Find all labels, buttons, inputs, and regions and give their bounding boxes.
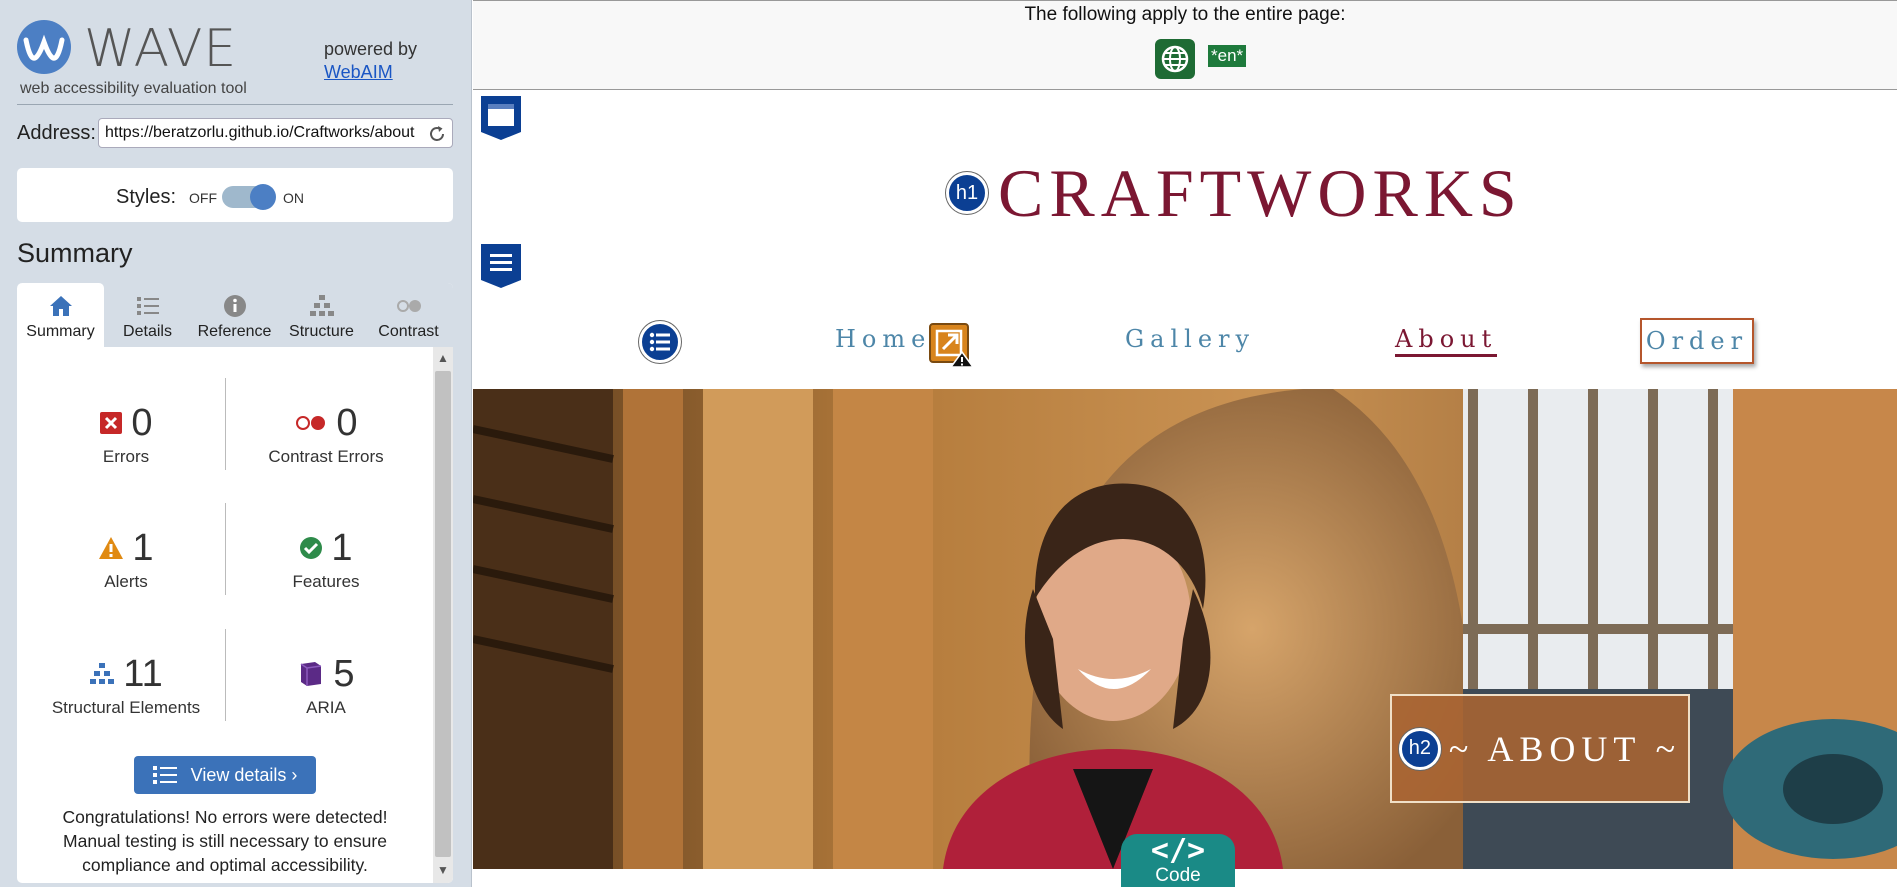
sidebar-divider (17, 104, 453, 105)
tab-label: Summary (26, 323, 95, 340)
nav-order-link[interactable]: Order (1640, 318, 1754, 364)
features-stat[interactable]: 1 Features (227, 526, 425, 592)
scroll-down-icon[interactable]: ▼ (437, 863, 449, 877)
summary-panel: Summary Details Reference Structure Cont… (17, 283, 453, 883)
redundant-link-alert-icon[interactable] (928, 322, 974, 368)
code-icon: </> (1150, 833, 1206, 868)
page-wide-notice: The following apply to the entire page: … (473, 0, 1897, 90)
unordered-list-icon[interactable] (639, 321, 681, 363)
site-title-wrap: h1 CRAFTWORKS (946, 158, 1523, 228)
tab-label: Reference (197, 323, 272, 340)
styles-toggle-box: Styles: OFF ON (17, 168, 453, 222)
wave-sidebar: WAVE web accessibility evaluation tool p… (0, 0, 472, 887)
aria-label: ARIA (306, 698, 346, 717)
h2-badge[interactable]: h2 (1398, 727, 1441, 770)
structural-stat[interactable]: 11 Structural Elements (27, 652, 225, 718)
nav-about-link[interactable]: About (1395, 325, 1498, 357)
code-toggle-button[interactable]: </> Code (1121, 834, 1235, 887)
code-label: Code (1155, 865, 1201, 886)
styles-on-label: ON (283, 190, 304, 206)
tab-reference[interactable]: Reference (191, 283, 278, 347)
alerts-label: Alerts (104, 572, 148, 591)
aria-stat[interactable]: 5 ARIA (227, 652, 425, 718)
styles-off-label: OFF (189, 190, 217, 206)
contrast-icon (396, 300, 421, 312)
tab-structure[interactable]: Structure (278, 283, 365, 347)
tab-label: Structure (289, 323, 354, 340)
evaluated-page: The following apply to the entire page: … (473, 0, 1897, 887)
webaim-link[interactable]: WebAIM (324, 61, 417, 84)
contrast-errors-stat[interactable]: 0 Contrast Errors (227, 401, 425, 467)
aria-cube-icon (301, 662, 322, 686)
feature-check-icon (300, 537, 323, 559)
hero-image: h2 ~ ABOUT ~ (473, 389, 1897, 869)
errors-count: 0 (131, 401, 153, 444)
list-icon (152, 766, 177, 784)
contrast-errors-label: Contrast Errors (268, 447, 384, 466)
panel-scrollbar[interactable]: ▲ ▼ (433, 347, 453, 883)
scroll-thumb[interactable] (435, 371, 451, 857)
styles-toggle[interactable] (222, 184, 276, 210)
stat-divider (225, 503, 226, 595)
tab-bar: Summary Details Reference Structure Cont… (17, 283, 453, 347)
toggle-knob (250, 184, 276, 210)
tab-contrast[interactable]: Contrast (365, 283, 452, 347)
alerts-count: 1 (132, 526, 154, 569)
wave-tagline: web accessibility evaluation tool (20, 80, 247, 97)
stat-divider (225, 378, 226, 470)
wave-logo-text: WAVE (84, 19, 238, 79)
tab-details[interactable]: Details (104, 283, 191, 347)
about-heading-box: h2 ~ ABOUT ~ (1390, 694, 1690, 803)
alerts-stat[interactable]: 1 Alerts (27, 526, 225, 592)
congrats-message: Congratulations! No errors were detected… (62, 807, 388, 875)
errors-stat[interactable]: 0 Errors (27, 401, 225, 467)
tab-label: Contrast (378, 323, 439, 340)
wave-logo-icon (17, 20, 71, 74)
info-icon (223, 295, 246, 317)
aria-count: 5 (333, 652, 355, 695)
address-label: Address: (17, 122, 96, 144)
alert-icon (99, 537, 124, 559)
tab-summary[interactable]: Summary (17, 283, 104, 347)
scroll-up-icon[interactable]: ▲ (437, 351, 449, 365)
globe-icon[interactable] (1155, 39, 1195, 79)
nav-home-link[interactable]: Home (835, 325, 931, 353)
reload-icon[interactable] (427, 124, 447, 144)
header-region-icon[interactable] (479, 96, 523, 140)
powered-by-label: powered by (324, 39, 418, 59)
styles-label: Styles: (116, 186, 177, 208)
structural-label: Structural Elements (51, 698, 201, 717)
contrast-errors-count: 0 (336, 401, 358, 444)
navigation-region-icon[interactable] (479, 244, 523, 288)
stat-divider (225, 629, 226, 721)
tab-label: Details (123, 323, 172, 340)
error-icon (100, 412, 123, 434)
view-details-button[interactable]: View details › (134, 756, 316, 794)
features-label: Features (292, 572, 360, 591)
view-details-label: View details › (190, 764, 298, 785)
about-heading: ~ ABOUT ~ (1448, 728, 1682, 769)
language-badge[interactable]: *en* (1208, 45, 1247, 67)
site-title: CRAFTWORKS (998, 155, 1523, 231)
home-icon (49, 296, 72, 316)
address-input[interactable]: https://beratzorlu.github.io/Craftworks/… (98, 118, 453, 148)
powered-by: powered by WebAIM (324, 38, 417, 84)
h1-badge[interactable]: h1 (946, 172, 988, 214)
hierarchy-icon (309, 295, 334, 316)
structure-icon (90, 663, 115, 684)
structural-count: 11 (123, 652, 163, 695)
features-count: 1 (331, 526, 353, 569)
nav-gallery-link[interactable]: Gallery (1125, 325, 1255, 353)
list-icon (136, 297, 159, 315)
contrast-error-icon (296, 416, 326, 430)
errors-label: Errors (102, 447, 150, 466)
page-wide-notice-text: The following apply to the entire page: (1024, 4, 1346, 25)
summary-heading: Summary (17, 238, 133, 268)
